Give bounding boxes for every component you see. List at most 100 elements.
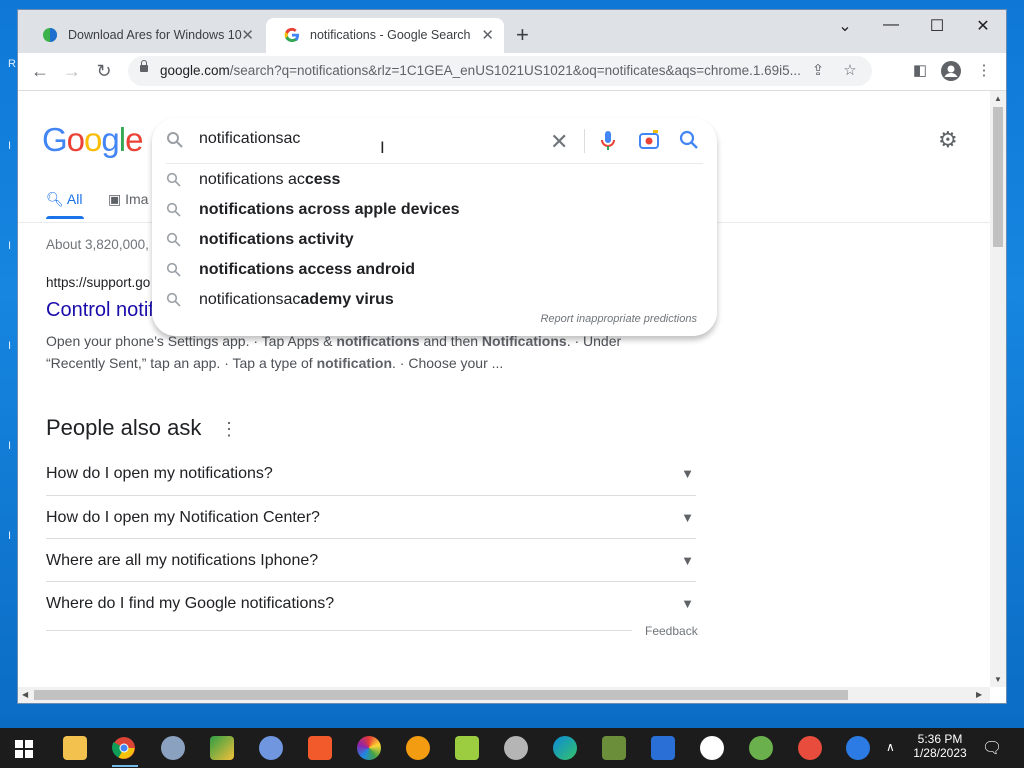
yandex-icon[interactable]	[700, 736, 724, 760]
suggestion-item[interactable]: notifications access	[152, 166, 717, 196]
app-icon[interactable]	[846, 736, 870, 760]
result-title-link[interactable]: Control notif	[46, 299, 154, 322]
divider	[166, 163, 703, 164]
clock[interactable]: 5:36 PM 1/28/2023	[910, 732, 970, 760]
side-panel-icon[interactable]: ◧	[910, 61, 930, 81]
close-window-button[interactable]: ✕	[971, 16, 995, 36]
kebab-menu-icon[interactable]: ⋮	[974, 61, 994, 81]
tab-strip: Download Ares for Windows 10 ✕ notificat…	[18, 10, 1006, 53]
app-icon[interactable]	[406, 736, 430, 760]
result-cite[interactable]: https://support.go	[46, 275, 150, 290]
search-icon: 🔍︎	[46, 191, 64, 207]
tab-search-chevron-icon[interactable]: ⌄	[833, 16, 857, 36]
tab-title: notifications - Google Search	[310, 28, 471, 42]
more-options-icon[interactable]: ⋮	[220, 419, 238, 440]
app-icon[interactable]	[651, 736, 675, 760]
paa-question[interactable]: Where are all my notifications Iphone? ▼	[46, 538, 696, 582]
app-icon[interactable]	[357, 736, 381, 760]
profile-avatar-icon[interactable]	[941, 61, 961, 81]
vertical-scrollbar[interactable]: ▲ ▼	[990, 91, 1006, 687]
edge-icon[interactable]	[553, 736, 577, 760]
notification-center-icon[interactable]: 🗨︎	[982, 738, 1002, 758]
clear-search-icon[interactable]: ✕	[550, 129, 568, 155]
app-icon[interactable]	[210, 736, 234, 760]
browser-toolbar: ← → ↻ google.com/search?q=notifications&…	[18, 53, 1006, 91]
desktop-icon-fragment: R	[8, 58, 16, 70]
paa-question[interactable]: How do I open my notifications? ▼	[46, 452, 696, 495]
tab-all[interactable]: 🔍︎ All	[46, 191, 82, 208]
scroll-right-arrow-icon[interactable]: ▶	[976, 690, 982, 699]
page-content: Google ⚙ 🔍︎ All ▣ Ima About 3,820,000, h…	[18, 91, 990, 687]
divider	[46, 630, 632, 631]
back-arrow-icon[interactable]: ←	[28, 59, 52, 83]
search-icon	[166, 292, 181, 307]
chromium-icon[interactable]	[259, 736, 283, 760]
active-tab-underline	[46, 216, 84, 219]
url-text[interactable]: google.com/search?q=notifications&rlz=1C…	[160, 56, 800, 86]
search-input[interactable]: notificationsac	[199, 130, 300, 148]
share-icon[interactable]: ⇪	[808, 61, 828, 81]
suggestion-item[interactable]: notificationsacademy virus	[152, 286, 717, 316]
file-explorer-icon[interactable]	[63, 736, 87, 760]
suggestion-text: notificationsacademy virus	[199, 291, 394, 309]
horizontal-scrollbar[interactable]: ◀ ▶	[18, 687, 990, 703]
chevron-down-icon: ▼	[681, 596, 694, 611]
tab-google-search[interactable]: notifications - Google Search ✕	[266, 18, 504, 53]
question-text: How do I open my Notification Center?	[46, 509, 320, 526]
app-icon[interactable]	[798, 736, 822, 760]
chrome-icon[interactable]	[112, 736, 136, 760]
tab-ares[interactable]: Download Ares for Windows 10 ✕	[24, 18, 264, 53]
app-icon[interactable]	[504, 736, 528, 760]
microphone-icon[interactable]	[600, 129, 616, 153]
reload-icon[interactable]: ↻	[92, 59, 116, 83]
taskbar: ∧ 5:36 PM 1/28/2023 🗨︎	[0, 728, 1024, 768]
minimize-button[interactable]: —	[879, 16, 903, 34]
new-tab-button[interactable]: +	[516, 23, 529, 47]
scroll-down-arrow-icon[interactable]: ▼	[994, 675, 1002, 684]
report-predictions-link[interactable]: Report inappropriate predictions	[540, 313, 697, 325]
snippet-text: “Recently Sent,” tap an app. · Tap a typ…	[46, 355, 317, 371]
address-bar[interactable]: google.com/search?q=notifications&rlz=1C…	[128, 56, 872, 86]
close-tab-icon[interactable]: ✕	[241, 18, 254, 53]
camera-lens-icon[interactable]	[638, 129, 660, 151]
google-logo[interactable]: Google	[42, 121, 143, 159]
search-box[interactable]: notificationsac I ✕	[152, 118, 717, 164]
scroll-left-arrow-icon[interactable]: ◀	[22, 690, 28, 699]
search-submit-icon[interactable]	[678, 129, 700, 151]
typed-part: notifications ac	[199, 171, 305, 188]
search-icon	[166, 202, 181, 217]
minecraft-icon[interactable]	[602, 736, 626, 760]
suggestion-item[interactable]: notifications activity	[152, 226, 717, 256]
question-text: Where do I find my Google notifications?	[46, 595, 335, 612]
bookmark-star-icon[interactable]: ☆	[840, 61, 860, 81]
tab-images[interactable]: ▣ Ima	[108, 191, 148, 208]
chevron-down-icon: ▼	[681, 510, 694, 525]
browser-app-icon[interactable]	[161, 736, 185, 760]
app-icon[interactable]	[455, 736, 479, 760]
close-tab-icon[interactable]: ✕	[481, 18, 494, 53]
suggestion-text: notifications access android	[199, 261, 415, 279]
windows-start-icon[interactable]	[15, 740, 33, 758]
tab-title: Download Ares for Windows 10	[68, 28, 242, 42]
search-icon	[166, 262, 181, 277]
text-cursor-icon: I	[380, 138, 385, 157]
suggestion-item[interactable]: notifications across apple devices	[152, 196, 717, 226]
question-text: How do I open my notifications?	[46, 465, 273, 482]
paa-question[interactable]: How do I open my Notification Center? ▼	[46, 495, 696, 539]
scrollbar-thumb[interactable]	[34, 690, 848, 700]
tray-chevron-up-icon[interactable]: ∧	[886, 740, 895, 754]
paa-question[interactable]: Where do I find my Google notifications?…	[46, 581, 696, 625]
snippet-emphasis: notification	[316, 355, 393, 371]
utorrent-icon[interactable]	[749, 736, 773, 760]
settings-gear-icon[interactable]: ⚙	[938, 127, 958, 153]
suggestion-item[interactable]: notifications access android	[152, 256, 717, 286]
snippet-text: . · Choose your ...	[392, 355, 504, 371]
scrollbar-thumb[interactable]	[993, 107, 1003, 247]
maximize-button[interactable]: ☐	[925, 16, 949, 36]
feedback-link[interactable]: Feedback	[645, 624, 698, 638]
brave-icon[interactable]	[308, 736, 332, 760]
clock-time: 5:36 PM	[917, 732, 963, 746]
scroll-up-arrow-icon[interactable]: ▲	[994, 94, 1002, 103]
forward-arrow-icon[interactable]: →	[60, 59, 84, 83]
tab-label: All	[66, 191, 83, 207]
